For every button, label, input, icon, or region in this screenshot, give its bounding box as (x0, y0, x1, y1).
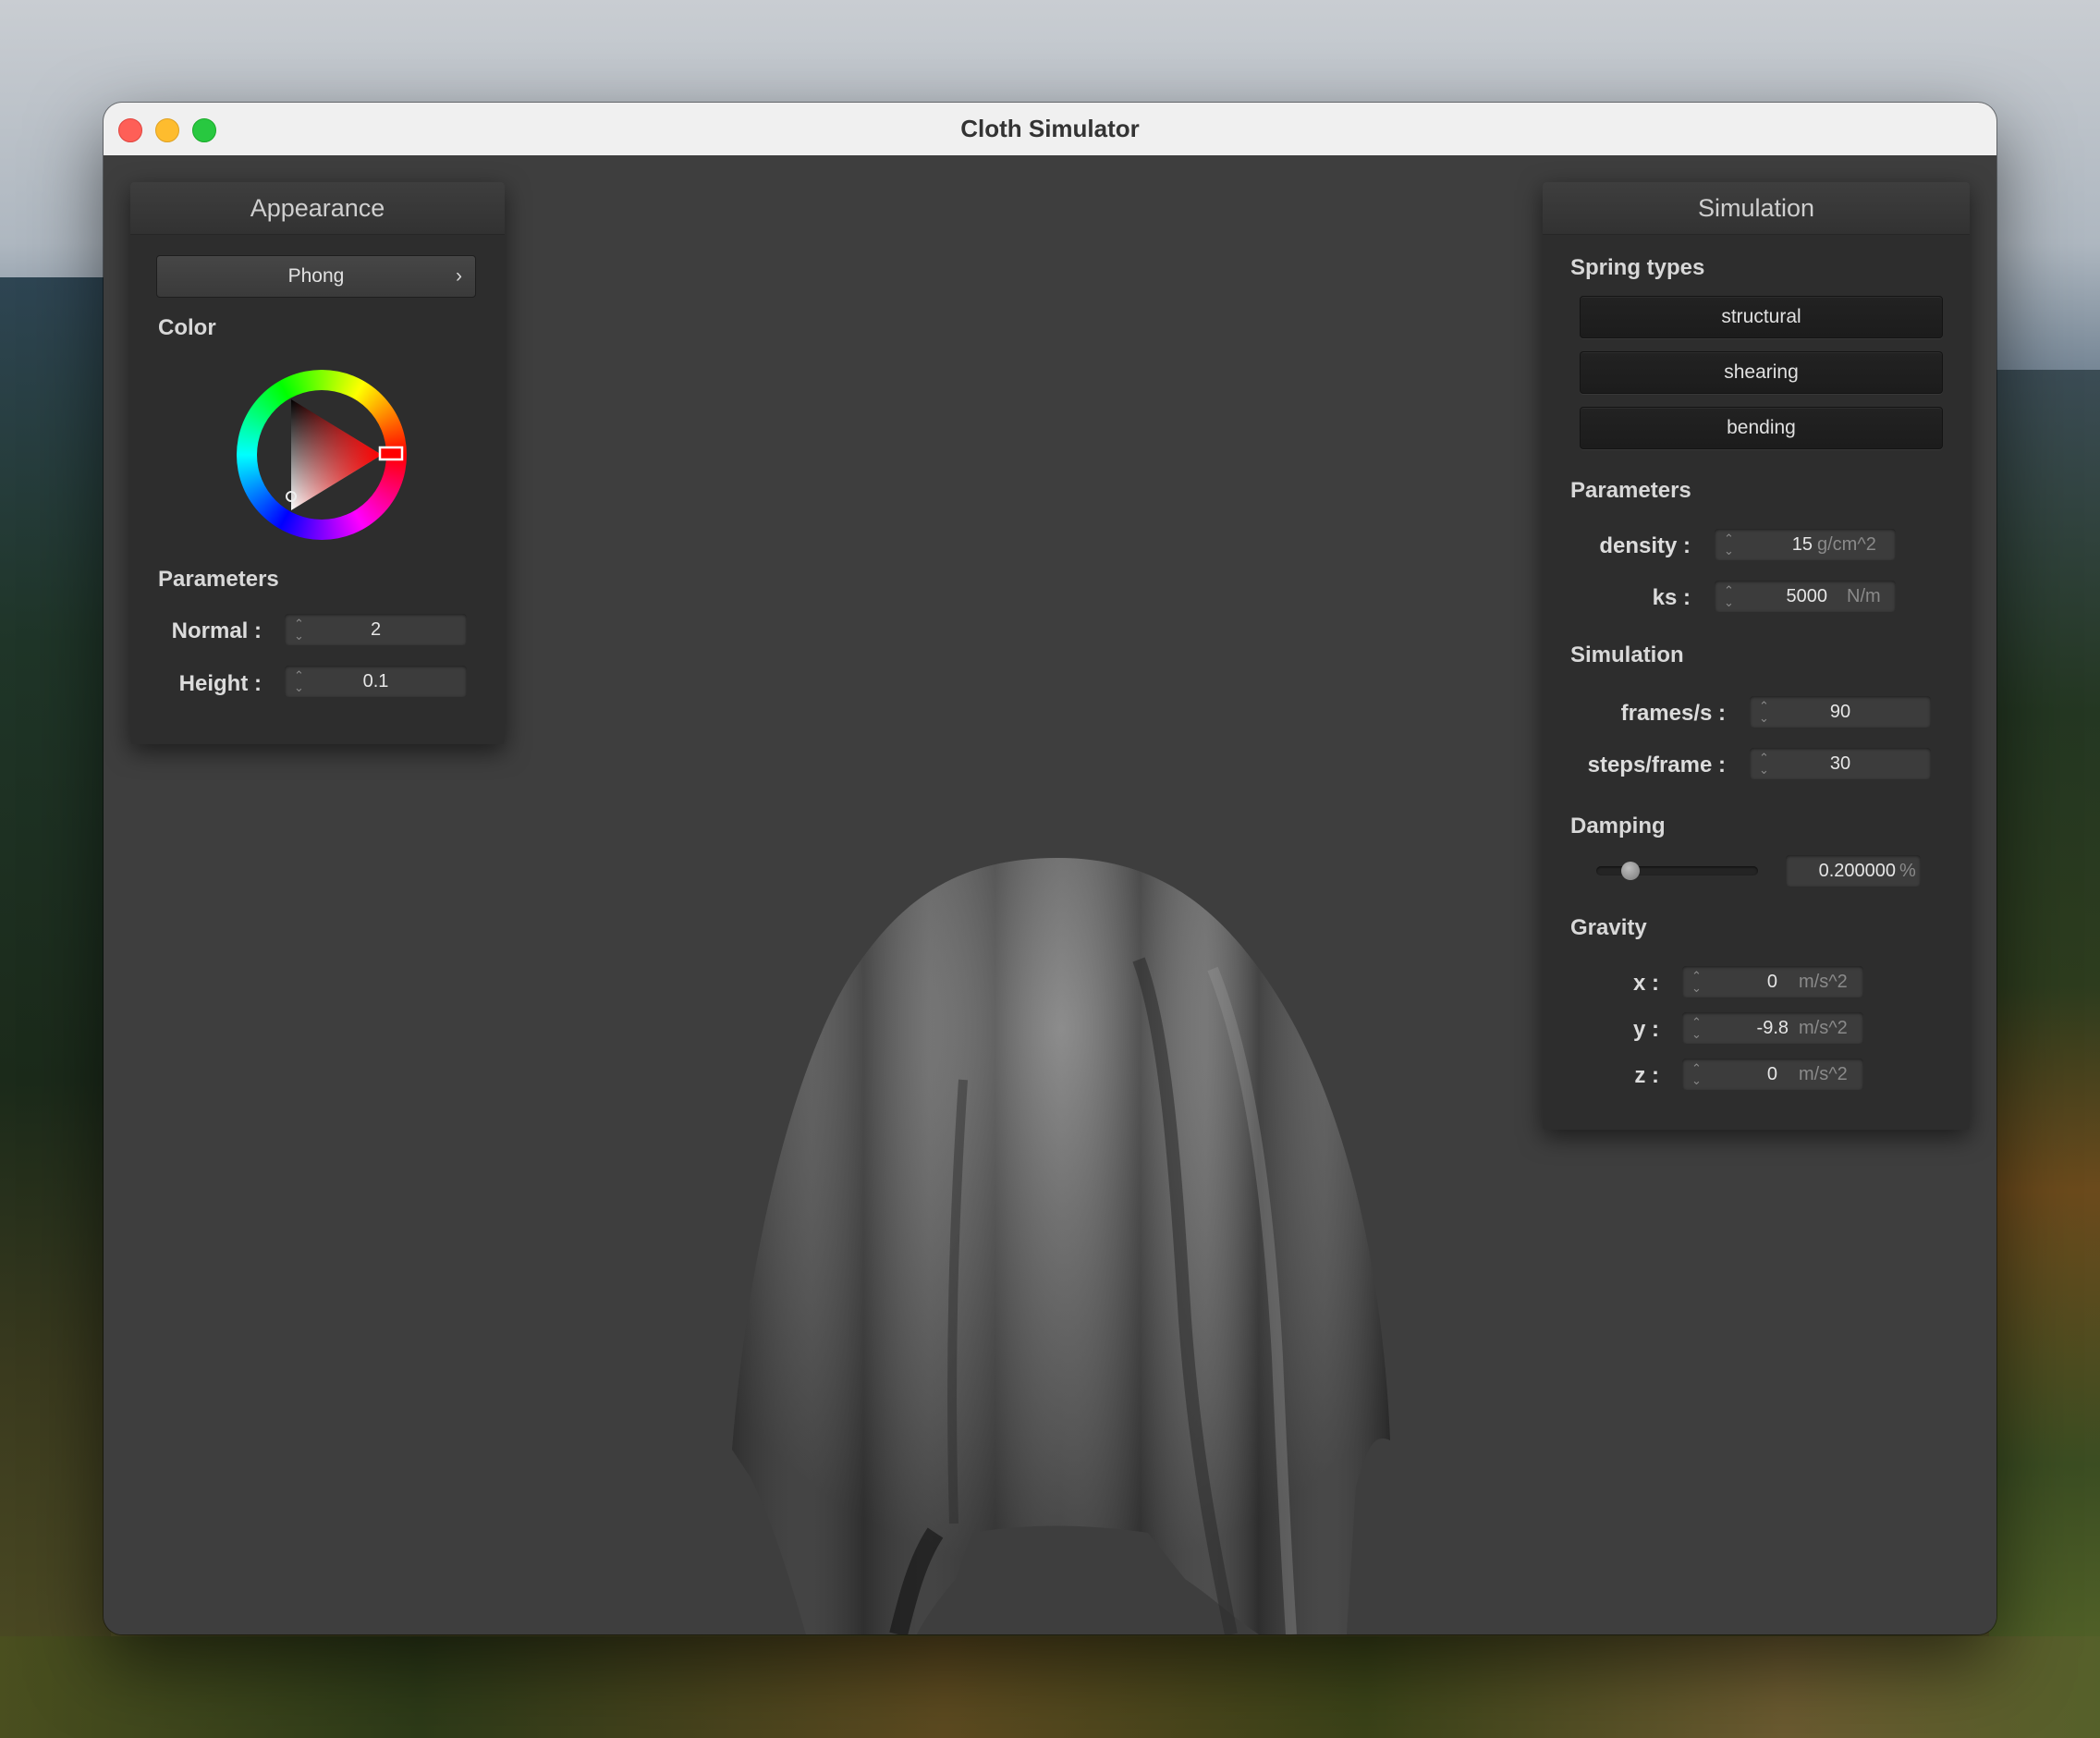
gravity-x-value: 0 (1766, 972, 1777, 992)
color-wheel[interactable] (234, 367, 409, 543)
gravity-y-label: y : (1632, 1017, 1659, 1042)
window-title: Cloth Simulator (960, 115, 1140, 142)
normal-value: 2 (370, 619, 382, 640)
simulation-panel-title[interactable]: Simulation (1543, 182, 1970, 235)
height-value: 0.1 (362, 671, 389, 692)
spinner-arrows-icon[interactable]: ⌃ ⌄ (1724, 584, 1734, 608)
damping-input[interactable]: 0.200000 % (1786, 855, 1921, 887)
gravity-z-label: z : (1634, 1063, 1659, 1088)
gravity-label: Gravity (1570, 915, 1647, 940)
desktop-background-bottom (0, 1636, 2100, 1738)
spinner-arrows-icon[interactable]: ⌃ ⌄ (1691, 1016, 1702, 1040)
damping-label: Damping (1570, 814, 1666, 838)
fps-value: 90 (1829, 702, 1851, 722)
gravity-z-input[interactable]: ⌃ ⌄ 0 m/s^2 (1682, 1059, 1863, 1090)
spinner-arrows-icon[interactable]: ⌃ ⌄ (1691, 1062, 1702, 1086)
ks-label: ks : (1652, 585, 1691, 610)
gravity-y-value: -9.8 (1756, 1018, 1789, 1038)
bending-button[interactable]: bending (1580, 407, 1943, 449)
ks-unit: N/m (1847, 586, 1881, 606)
gravity-x-label: x : (1632, 971, 1659, 996)
spinner-arrows-icon[interactable]: ⌃ ⌄ (1724, 532, 1734, 557)
density-label: density : (1599, 533, 1691, 558)
steps-input[interactable]: ⌃ ⌄ 30 (1750, 748, 1931, 779)
hue-picker-handle[interactable] (378, 446, 404, 461)
desktop-background-left (0, 277, 111, 1738)
density-unit: g/cm^2 (1817, 534, 1876, 555)
spinner-arrows-icon[interactable]: ⌃ ⌄ (1691, 970, 1702, 994)
damping-slider-handle[interactable] (1621, 862, 1640, 880)
gravity-y-input[interactable]: ⌃ ⌄ -9.8 m/s^2 (1682, 1012, 1863, 1044)
density-input[interactable]: ⌃ ⌄ 15 g/cm^2 (1715, 529, 1896, 560)
title-bar[interactable]: Cloth Simulator (104, 103, 1996, 156)
density-value: 15 (1791, 534, 1813, 555)
gravity-y-unit: m/s^2 (1799, 1018, 1848, 1038)
shader-combo-value: Phong (287, 265, 345, 287)
app-window: Cloth Simulator Appearance Phong › Color… (104, 103, 1996, 1634)
normal-label: Normal : (171, 618, 262, 643)
gravity-x-unit: m/s^2 (1799, 972, 1848, 992)
steps-value: 30 (1829, 753, 1851, 774)
shearing-button[interactable]: shearing (1580, 351, 1943, 394)
appearance-panel-title[interactable]: Appearance (130, 182, 505, 235)
height-label: Height : (178, 671, 262, 696)
gravity-x-input[interactable]: ⌃ ⌄ 0 m/s^2 (1682, 966, 1863, 998)
desktop-background-right (1989, 370, 2100, 1738)
color-section-label: Color (158, 315, 216, 340)
spring-types-label: Spring types (1570, 255, 1705, 280)
simulation-panel: Simulation Spring types structural shear… (1543, 182, 1970, 1130)
damping-value: 0.200000 (1818, 861, 1896, 881)
simulation-parameters-label: Parameters (1570, 478, 1691, 503)
gravity-z-value: 0 (1766, 1064, 1777, 1084)
shader-combo-box[interactable]: Phong › (156, 255, 476, 298)
simulation-section-label: Simulation (1570, 643, 1684, 667)
structural-button[interactable]: structural (1580, 296, 1943, 338)
chevron-right-icon: › (456, 265, 462, 287)
ks-input[interactable]: ⌃ ⌄ 5000 N/m (1715, 581, 1896, 612)
steps-label: steps/frame : (1587, 753, 1726, 777)
normal-input[interactable]: ⌃ ⌄ 2 (285, 614, 467, 645)
fps-label: frames/s : (1620, 701, 1726, 726)
fps-input[interactable]: ⌃ ⌄ 90 (1750, 696, 1931, 728)
damping-unit: % (1899, 861, 1916, 881)
appearance-panel: Appearance Phong › Color Parameters Norm… (130, 182, 505, 744)
appearance-parameters-label: Parameters (158, 567, 279, 592)
height-input[interactable]: ⌃ ⌄ 0.1 (285, 666, 467, 697)
ks-value: 5000 (1786, 586, 1828, 606)
gravity-z-unit: m/s^2 (1799, 1064, 1848, 1084)
